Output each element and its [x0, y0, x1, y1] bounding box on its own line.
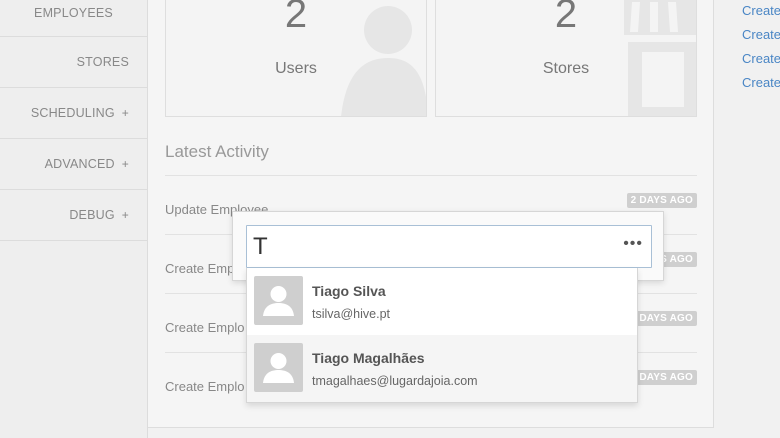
search-results-dropdown: Tiago Silva tsilva@hive.pt Tiago Magalhã…: [246, 268, 638, 403]
sidebar-item-label: STORES: [76, 55, 129, 69]
plus-icon: +: [121, 157, 129, 171]
result-name: Tiago Silva: [312, 283, 386, 299]
create-link[interactable]: Create: [742, 51, 780, 75]
sidebar-item-label: ADVANCED: [44, 157, 115, 171]
sidebar-item-label: DEBUG: [69, 208, 115, 222]
search-box: •••: [246, 225, 652, 268]
sidebar-item-label: SCHEDULING: [30, 106, 115, 120]
create-link[interactable]: Create: [742, 75, 780, 99]
search-result-item[interactable]: Tiago Magalhães tmagalhaes@lugardajoia.c…: [247, 335, 637, 402]
time-badge: 2 DAYS AGO: [626, 193, 697, 208]
activity-text: Create Emplo: [165, 379, 245, 394]
stores-label: Stores: [542, 60, 590, 77]
users-count: 2: [284, 0, 308, 36]
users-label: Users: [275, 60, 317, 77]
avatar: [254, 343, 303, 392]
avatar: [254, 276, 303, 325]
user-placeholder-icon: [263, 286, 294, 316]
right-link-list: Create Create Create Create: [742, 3, 780, 99]
create-link[interactable]: Create: [742, 3, 780, 27]
sidebar-item-advanced[interactable]: ADVANCED +: [0, 139, 147, 190]
plus-icon: +: [121, 106, 129, 120]
activity-text: Create Emplo: [165, 320, 245, 335]
latest-activity-title: Latest Activity: [165, 142, 269, 161]
stores-count: 2: [554, 0, 578, 36]
result-name: Tiago Magalhães: [312, 350, 425, 366]
sidebar-item-employees[interactable]: EMPLOYEES: [0, 0, 147, 37]
create-link[interactable]: Create: [742, 27, 780, 51]
sidebar: EMPLOYEES STORES SCHEDULING + ADVANCED +…: [0, 0, 148, 438]
activity-text: Create Emp: [165, 261, 235, 276]
sidebar-item-scheduling[interactable]: SCHEDULING +: [0, 88, 147, 139]
user-placeholder-icon: [263, 353, 294, 383]
sidebar-item-debug[interactable]: DEBUG +: [0, 190, 147, 241]
result-email: tmagalhaes@lugardajoia.com: [312, 374, 478, 388]
sidebar-item-stores[interactable]: STORES: [0, 37, 147, 88]
search-result-item[interactable]: Tiago Silva tsilva@hive.pt: [247, 268, 637, 335]
users-stat-card[interactable]: 2 Users: [165, 0, 427, 117]
stores-stat-card[interactable]: 2 Stores: [435, 0, 697, 117]
more-options-icon[interactable]: •••: [623, 235, 643, 253]
sidebar-item-label: EMPLOYEES: [34, 6, 113, 20]
result-email: tsilva@hive.pt: [312, 307, 390, 321]
plus-icon: +: [121, 208, 129, 222]
search-input[interactable]: [253, 230, 613, 264]
